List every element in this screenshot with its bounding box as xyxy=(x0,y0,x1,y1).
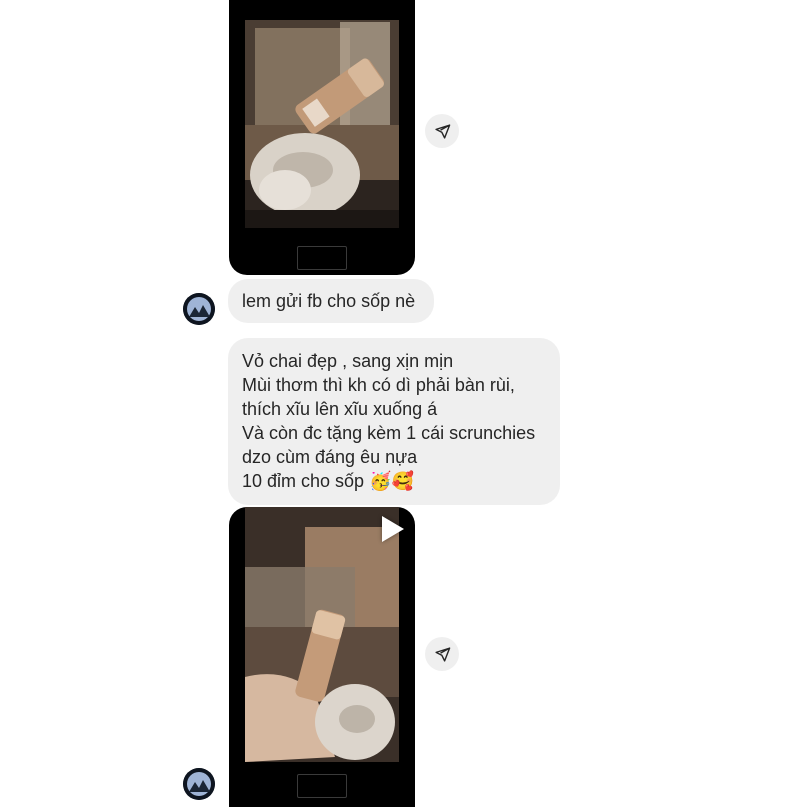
video-message-bottom[interactable] xyxy=(229,507,415,807)
review-line-2: Mùi thơm thì kh có dì phải bàn rùi, xyxy=(242,375,515,395)
media-frame-bar-bottom xyxy=(297,774,347,798)
review-line-1: Vỏ chai đẹp , sang xịn mịn xyxy=(242,351,454,371)
message-text: lem gửi fb cho sốp nè xyxy=(242,291,416,311)
paper-plane-icon xyxy=(434,123,450,139)
review-line-3: thích xĩu lên xĩu xuống á xyxy=(242,399,438,419)
review-line-5: dzo cùm đáng êu nựa xyxy=(242,447,418,467)
review-line-6: 10 đỉm cho sốp 🥳🥰 xyxy=(242,471,414,491)
share-button-bottom[interactable] xyxy=(425,637,459,671)
user-avatar[interactable] xyxy=(183,293,215,325)
share-button-top[interactable] xyxy=(425,114,459,148)
photo-message-top[interactable] xyxy=(229,0,415,275)
paper-plane-icon xyxy=(434,646,450,662)
photo-perfume-scrunchie xyxy=(245,20,399,228)
user-avatar-bottom[interactable] xyxy=(183,768,215,800)
play-icon[interactable] xyxy=(382,516,404,542)
video-thumbnail xyxy=(245,507,399,762)
review-line-4: Và còn đc tặng kèm 1 cái scrunchies xyxy=(242,423,536,443)
message-bubble-review: Vỏ chai đẹp , sang xịn mịn Mùi thơm thì … xyxy=(228,338,560,505)
message-bubble-short: lem gửi fb cho sốp nè xyxy=(228,279,434,323)
media-frame-bar xyxy=(297,246,347,270)
